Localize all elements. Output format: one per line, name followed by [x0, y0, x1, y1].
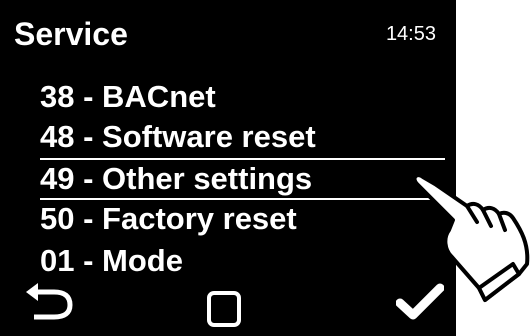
menu-item-mode[interactable]: 01 - Mode — [40, 241, 440, 281]
pointing-hand-icon — [412, 173, 530, 302]
home-button[interactable] — [206, 290, 242, 328]
back-arrow-icon — [26, 283, 73, 320]
back-button[interactable] — [24, 283, 80, 321]
device-screen: Service 14:53 38 - BACnet 48 - Software … — [0, 0, 456, 336]
menu-item-factory-reset[interactable]: 50 - Factory reset — [40, 199, 440, 239]
clock: 14:53 — [385, 23, 436, 45]
menu-item-software-reset[interactable]: 48 - Software reset — [40, 117, 440, 157]
page-title: Service — [14, 16, 128, 52]
menu-item-bacnet[interactable]: 38 - BACnet — [40, 77, 440, 117]
menu-item-other-settings[interactable]: 49 - Other settings — [40, 159, 440, 199]
square-icon — [207, 291, 241, 327]
